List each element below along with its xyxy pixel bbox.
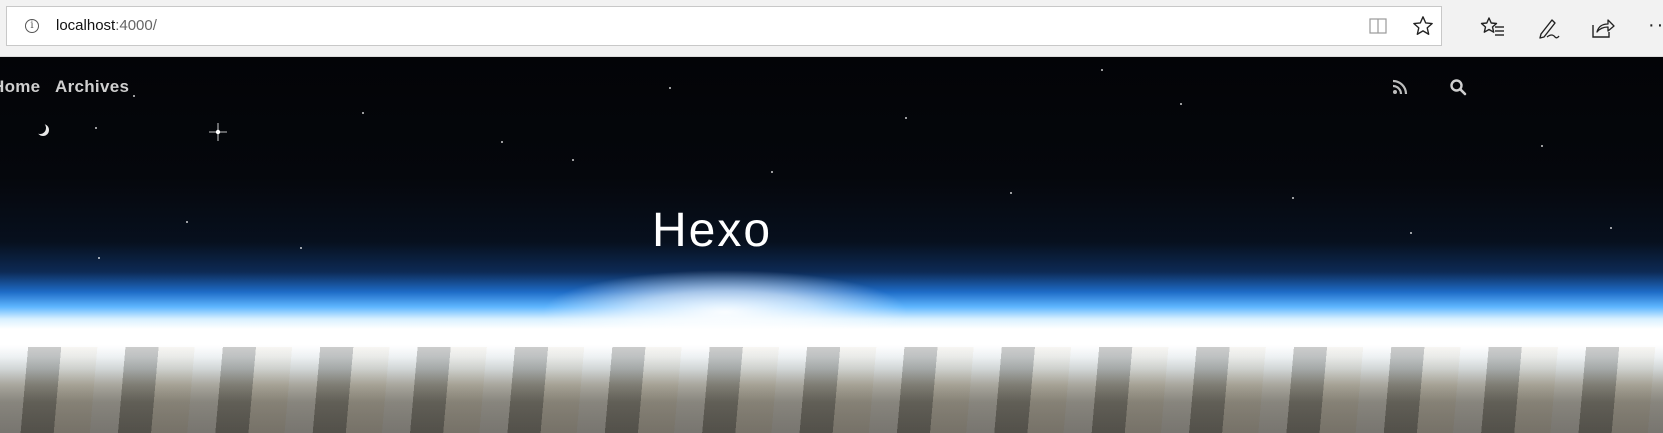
star-icon[interactable]	[1412, 15, 1434, 37]
bright-star	[209, 123, 227, 141]
hero-banner: Home Archives Hexo	[0, 57, 1663, 433]
moon	[34, 122, 46, 134]
nav-archives-link[interactable]: Archives	[55, 77, 129, 97]
address-bar[interactable]: i localhost:4000/	[6, 6, 1442, 46]
nav-home-link[interactable]: Home	[0, 77, 40, 97]
earth-clouds	[0, 347, 1663, 433]
share-icon[interactable]	[1589, 15, 1615, 41]
pen-icon[interactable]	[1535, 15, 1561, 41]
url-host: localhost	[56, 17, 116, 34]
reading-view-icon[interactable]	[1369, 18, 1387, 34]
url-path: :4000/	[115, 17, 157, 34]
browser-toolbar: i localhost:4000/ ···	[0, 0, 1663, 57]
site-title[interactable]: Hexo	[652, 203, 772, 258]
url-text[interactable]: localhost:4000/	[56, 17, 157, 34]
search-icon[interactable]	[1449, 78, 1467, 96]
rss-icon[interactable]	[1392, 79, 1408, 95]
more-icon[interactable]: ···	[1648, 14, 1663, 37]
favorites-list-icon[interactable]	[1480, 15, 1506, 41]
info-icon[interactable]: i	[25, 19, 39, 33]
